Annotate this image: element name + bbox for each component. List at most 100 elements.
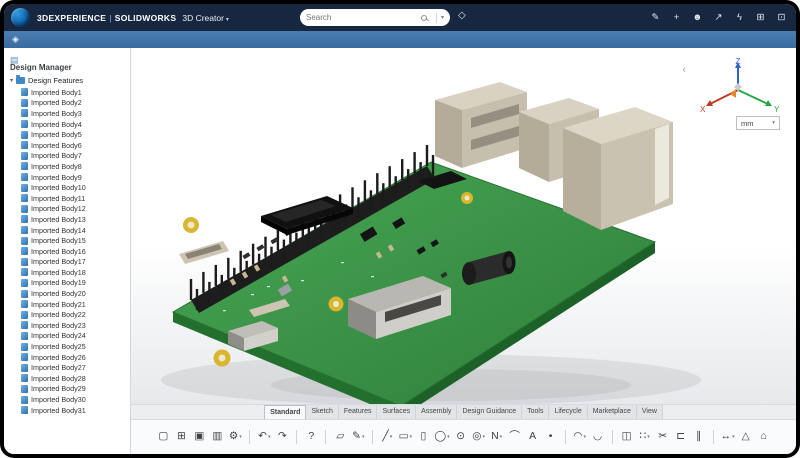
lightning-icon[interactable]: ϟ	[733, 12, 746, 23]
tree-item-imported-body[interactable]: Imported Body24	[4, 331, 130, 342]
tree-item-imported-body[interactable]: Imported Body22	[4, 309, 130, 320]
help-button[interactable]: ?	[303, 428, 319, 445]
tree-item-imported-body[interactable]: Imported Body23	[4, 320, 130, 331]
redo-button[interactable]: ↷	[274, 428, 290, 445]
tree-item-imported-body[interactable]: Imported Body27	[4, 362, 130, 373]
search-scope-caret-icon[interactable]: ▾	[441, 14, 444, 21]
grid-view-button[interactable]: ⊞	[173, 428, 189, 445]
tree-item-imported-body[interactable]: Imported Body1	[4, 87, 130, 98]
tree-root-design-features[interactable]: ▾ Design Features	[4, 75, 130, 87]
options-button[interactable]: ⚙▾	[227, 428, 243, 445]
tree-item-imported-body[interactable]: Imported Body15	[4, 235, 130, 246]
perimeter-circle-button[interactable]: ⊙	[453, 428, 469, 445]
tab-assembly[interactable]: Assembly	[416, 405, 457, 419]
tree-item-imported-body[interactable]: Imported Body19	[4, 278, 130, 289]
tree-item-imported-body[interactable]: Imported Body10	[4, 182, 130, 193]
pattern-button[interactable]: ∷▾	[637, 428, 653, 445]
sketch-button[interactable]: ✎▾	[350, 428, 366, 445]
mirror-button[interactable]: ◫	[619, 428, 635, 445]
print-button[interactable]: ▥	[209, 428, 225, 445]
units-dropdown[interactable]: mm ▾	[736, 116, 780, 130]
arc-button[interactable]: ◠▾	[572, 428, 588, 445]
tree-item-imported-body[interactable]: Imported Body30	[4, 394, 130, 405]
body-icon	[21, 184, 28, 192]
tree-item-imported-body[interactable]: Imported Body14	[4, 225, 130, 236]
share-icon[interactable]: ↗	[712, 12, 725, 23]
tree-item-imported-body[interactable]: Imported Body25	[4, 341, 130, 352]
tree-item-imported-body[interactable]: Imported Body17	[4, 257, 130, 268]
body-icon	[21, 332, 28, 340]
tree-item-imported-body[interactable]: Imported Body16	[4, 246, 130, 257]
tree-item-imported-body[interactable]: Imported Body12	[4, 204, 130, 215]
tangent-arc-button[interactable]: ◡	[590, 428, 606, 445]
tree-expand-caret-icon[interactable]: ▾	[10, 77, 13, 84]
line-button[interactable]: ╱▾	[379, 428, 395, 445]
add-icon[interactable]: +	[670, 12, 683, 23]
tree-item-imported-body[interactable]: Imported Body29	[4, 384, 130, 395]
user-icon[interactable]: ☻	[691, 12, 704, 23]
offset-button[interactable]: ∥	[691, 428, 707, 445]
tree-item-imported-body[interactable]: Imported Body13	[4, 214, 130, 225]
tree-item-imported-body[interactable]: Imported Body20	[4, 288, 130, 299]
3d-viewport[interactable]: ‹ Z X Y mm ▾	[131, 48, 796, 404]
spline-button[interactable]: N▾	[489, 428, 505, 445]
tree-item-label: Imported Body19	[31, 278, 86, 287]
tree-item-imported-body[interactable]: Imported Body6	[4, 140, 130, 151]
tree-item-imported-body[interactable]: Imported Body8	[4, 161, 130, 172]
tab-view[interactable]: View	[637, 405, 663, 419]
tree-item-imported-body[interactable]: Imported Body5	[4, 129, 130, 140]
panel-collapse-chevron-icon[interactable]: ‹	[682, 64, 686, 76]
compass-mini-icon[interactable]: ◈	[12, 34, 19, 45]
tree-item-imported-body[interactable]: Imported Body26	[4, 352, 130, 363]
design-with-icon[interactable]: ✎	[649, 12, 662, 23]
fullscreen-icon[interactable]: ⊡	[775, 12, 788, 23]
tab-lifecycle[interactable]: Lifecycle	[549, 405, 587, 419]
tab-sketch[interactable]: Sketch	[306, 405, 338, 419]
tree-item-imported-body[interactable]: Imported Body31	[4, 405, 130, 416]
apps-icon[interactable]: ⊞	[754, 12, 767, 23]
tree-item-imported-body[interactable]: Imported Body2	[4, 98, 130, 109]
convert-entities-button[interactable]: ⊏	[673, 428, 689, 445]
save-button[interactable]: ▣	[191, 428, 207, 445]
tree-item-imported-body[interactable]: Imported Body9	[4, 172, 130, 183]
relations-button[interactable]: △	[738, 428, 754, 445]
ellipse-button[interactable]: ◎▾	[471, 428, 487, 445]
search-box[interactable]: ▾	[300, 9, 450, 26]
point-button[interactable]: •	[543, 428, 559, 445]
3dexperience-compass-logo[interactable]	[11, 8, 30, 27]
tab-features[interactable]: Features	[339, 405, 378, 419]
trim-button[interactable]: ✂	[655, 428, 671, 445]
tree-item-imported-body[interactable]: Imported Body21	[4, 299, 130, 310]
instant2d-button[interactable]: ⌂	[756, 428, 772, 445]
tab-marketplace[interactable]: Marketplace	[588, 405, 637, 419]
tree-item-imported-body[interactable]: Imported Body11	[4, 193, 130, 204]
body-icon	[21, 247, 28, 255]
tag-icon[interactable]: ◇	[458, 10, 466, 21]
axis-x-label: X	[700, 105, 706, 114]
tree-item-imported-body[interactable]: Imported Body18	[4, 267, 130, 278]
tab-design-guidance[interactable]: Design Guidance	[457, 405, 522, 419]
tree-item-imported-body[interactable]: Imported Body28	[4, 373, 130, 384]
text-button[interactable]: A	[525, 428, 541, 445]
slot-button[interactable]: ▯	[415, 428, 431, 445]
smart-dimension-button[interactable]: ↔▾	[720, 428, 736, 445]
tab-standard[interactable]: Standard	[264, 405, 306, 419]
undo-button[interactable]: ↶▾	[256, 428, 272, 445]
rectangle-button[interactable]: ▭▾	[397, 428, 413, 445]
conic-button[interactable]: ⌒	[507, 428, 523, 445]
tree-item-imported-body[interactable]: Imported Body4	[4, 119, 130, 130]
tree-item-imported-body[interactable]: Imported Body7	[4, 151, 130, 162]
top-bar: 3DEXPERIENCE|SOLIDWORKS 3D Creator▾ ▾ ◇ …	[4, 4, 796, 31]
tree-item-imported-body[interactable]: Imported Body3	[4, 108, 130, 119]
search-input[interactable]	[306, 13, 421, 22]
plane-button[interactable]: ▱	[332, 428, 348, 445]
body-icon	[21, 152, 28, 160]
tab-surfaces[interactable]: Surfaces	[377, 405, 416, 419]
tree-item-label: Imported Body10	[31, 183, 86, 192]
lifecycle-button[interactable]: ▢	[155, 428, 171, 445]
tab-tools[interactable]: Tools	[522, 405, 549, 419]
circle-button[interactable]: ◯▾	[433, 428, 450, 445]
toolbar-separator	[249, 430, 250, 444]
app-name-menu[interactable]: 3D Creator▾	[182, 13, 229, 23]
orientation-triad[interactable]: Z X Y	[690, 56, 786, 120]
